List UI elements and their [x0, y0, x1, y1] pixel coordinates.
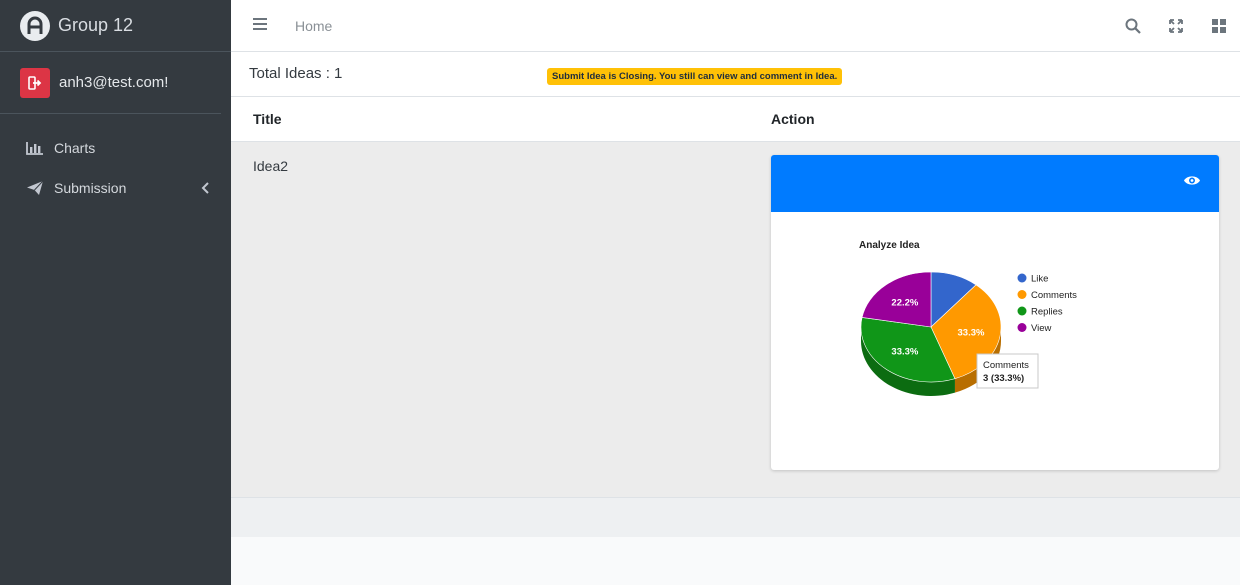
brand-logo-icon — [20, 10, 50, 41]
home-link[interactable]: Home — [295, 18, 332, 34]
grid-icon[interactable] — [1197, 0, 1240, 52]
card-header — [771, 155, 1219, 212]
legend-item-view[interactable]: View — [1031, 323, 1052, 334]
legend-item-like[interactable]: Like — [1031, 274, 1048, 285]
legend-marker — [1017, 290, 1027, 299]
expand-icon[interactable] — [1154, 0, 1197, 52]
pie-data-label: 33.3% — [958, 328, 985, 339]
table-header: Title Action — [231, 97, 1240, 142]
analyze-idea-chart: Analyze Idea 33.3% 33.3% 22.2% Like Comment… — [771, 212, 1219, 470]
idea-analysis-card: Analyze Idea 33.3% 33.3% 22.2% Like Comment… — [771, 155, 1219, 470]
legend-marker — [1017, 273, 1027, 283]
legend-marker — [1017, 306, 1027, 316]
sidebar-nav: Charts Submission — [0, 114, 231, 208]
chevron-left-icon[interactable] — [201, 181, 209, 199]
content-footer-band — [231, 497, 1240, 537]
table-row: Idea2 Analyze Idea 33.3% 33.3% 22.2% Lik… — [231, 142, 1240, 497]
idea-title: Idea2 — [253, 158, 289, 174]
pie-chart: Analyze Idea 33.3% 33.3% 22.2% Like Comment… — [859, 240, 1077, 396]
user-email[interactable]: anh3@test.com! — [59, 74, 168, 91]
closing-warning-badge: Submit Idea is Closing. You still can vi… — [547, 68, 843, 85]
tooltip-value: 3 (33.3%) — [983, 373, 1024, 384]
user-panel: anh3@test.com! — [0, 52, 221, 114]
sidebar-item-label: Charts — [54, 140, 96, 156]
legend-marker — [1017, 323, 1027, 332]
total-ideas-count: Total Ideas : 1 — [249, 65, 343, 82]
paper-plane-icon — [26, 179, 46, 197]
sidebar-item-submission[interactable]: Submission — [0, 168, 231, 208]
column-header-action: Action — [771, 111, 815, 127]
logout-icon[interactable] — [20, 67, 50, 98]
sidebar: Group 12 anh3@test.com! Charts Submissio… — [0, 0, 231, 585]
top-navbar: Home — [231, 0, 1240, 52]
pie-data-label: 22.2% — [891, 298, 918, 309]
chart-title: Analyze Idea — [859, 240, 920, 251]
tooltip-label: Comments — [983, 360, 1029, 371]
chart-tooltip: Comments 3 (33.3%) — [976, 353, 1039, 389]
column-header-title: Title — [253, 111, 282, 127]
hamburger-menu-icon[interactable] — [253, 17, 267, 35]
legend-item-comments[interactable]: Comments — [1031, 290, 1077, 301]
summary-bar: Total Ideas : 1 Submit Idea is Closing. … — [231, 52, 1240, 97]
sidebar-item-charts[interactable]: Charts — [0, 128, 231, 168]
ideas-table: Title Action Idea2 Analyze Idea 33.3% 33… — [231, 97, 1240, 497]
bar-chart-icon — [26, 139, 46, 157]
search-icon[interactable] — [1111, 0, 1154, 52]
page-footer — [231, 537, 1240, 585]
brand-title: Group 12 — [58, 15, 134, 35]
sidebar-item-label: Submission — [54, 180, 127, 196]
legend-item-replies[interactable]: Replies — [1031, 307, 1063, 318]
pie-data-label: 33.3% — [891, 346, 918, 357]
navbar-right-icons — [1111, 0, 1240, 52]
view-eye-icon[interactable] — [1183, 174, 1201, 192]
brand[interactable]: Group 12 — [0, 0, 231, 52]
